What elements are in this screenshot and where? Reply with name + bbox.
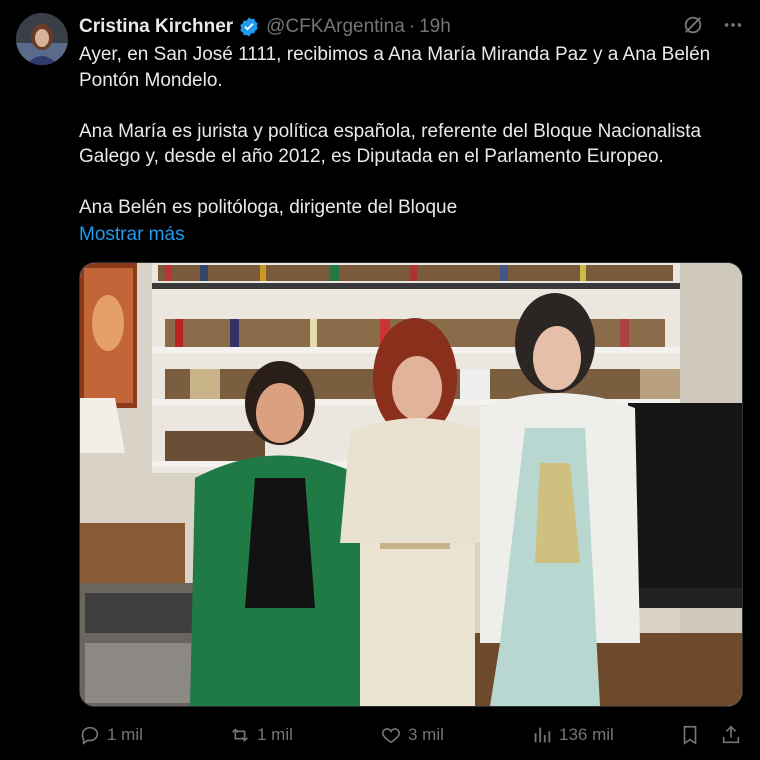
tweet-photo[interactable] (79, 262, 743, 707)
more-icon[interactable] (722, 14, 744, 42)
tweet-text: Ayer, en San José 1111, recibimos a Ana … (79, 42, 739, 221)
header-actions (682, 14, 744, 42)
share-button[interactable] (720, 721, 742, 749)
verified-badge-icon[interactable] (238, 16, 260, 38)
like-button[interactable]: 3 mil (380, 721, 444, 749)
views-button[interactable]: 136 mil (531, 721, 614, 749)
reply-icon (81, 726, 99, 745)
avatar-image (16, 13, 68, 65)
author-name[interactable]: Cristina Kirchner (79, 16, 233, 38)
tweet-paragraph-2: Ana María es jurista y política española… (79, 120, 702, 168)
show-more-link[interactable]: Mostrar más (79, 222, 185, 247)
tweet-paragraph-3: Ana Belén es politóloga, dirigente del B… (79, 197, 458, 218)
views-icon (534, 727, 551, 743)
action-bar: 1 mil 1 mil 3 mil 136 mil (79, 721, 744, 749)
reply-button[interactable]: 1 mil (79, 721, 143, 749)
author-handle[interactable]: @CFKArgentina (266, 16, 405, 38)
share-icon (722, 725, 740, 744)
like-count: 3 mil (408, 725, 444, 744)
tweet-paragraph-1: Ayer, en San José 1111, recibimos a Ana … (79, 44, 711, 91)
timestamp[interactable]: 19h (419, 16, 451, 38)
separator: · (408, 16, 416, 37)
tweet-header: Cristina Kirchner @CFKArgentina · 19h (79, 14, 744, 40)
author-avatar[interactable] (16, 13, 68, 65)
repost-count: 1 mil (257, 725, 293, 744)
bookmark-button[interactable] (679, 721, 701, 749)
grok-icon[interactable] (682, 14, 704, 42)
photo-image (80, 263, 742, 706)
heart-icon (381, 728, 401, 744)
reply-count: 1 mil (107, 725, 143, 744)
repost-button[interactable]: 1 mil (229, 721, 293, 749)
bookmark-icon (683, 725, 697, 745)
repost-icon (232, 728, 248, 742)
views-count: 136 mil (559, 725, 614, 744)
